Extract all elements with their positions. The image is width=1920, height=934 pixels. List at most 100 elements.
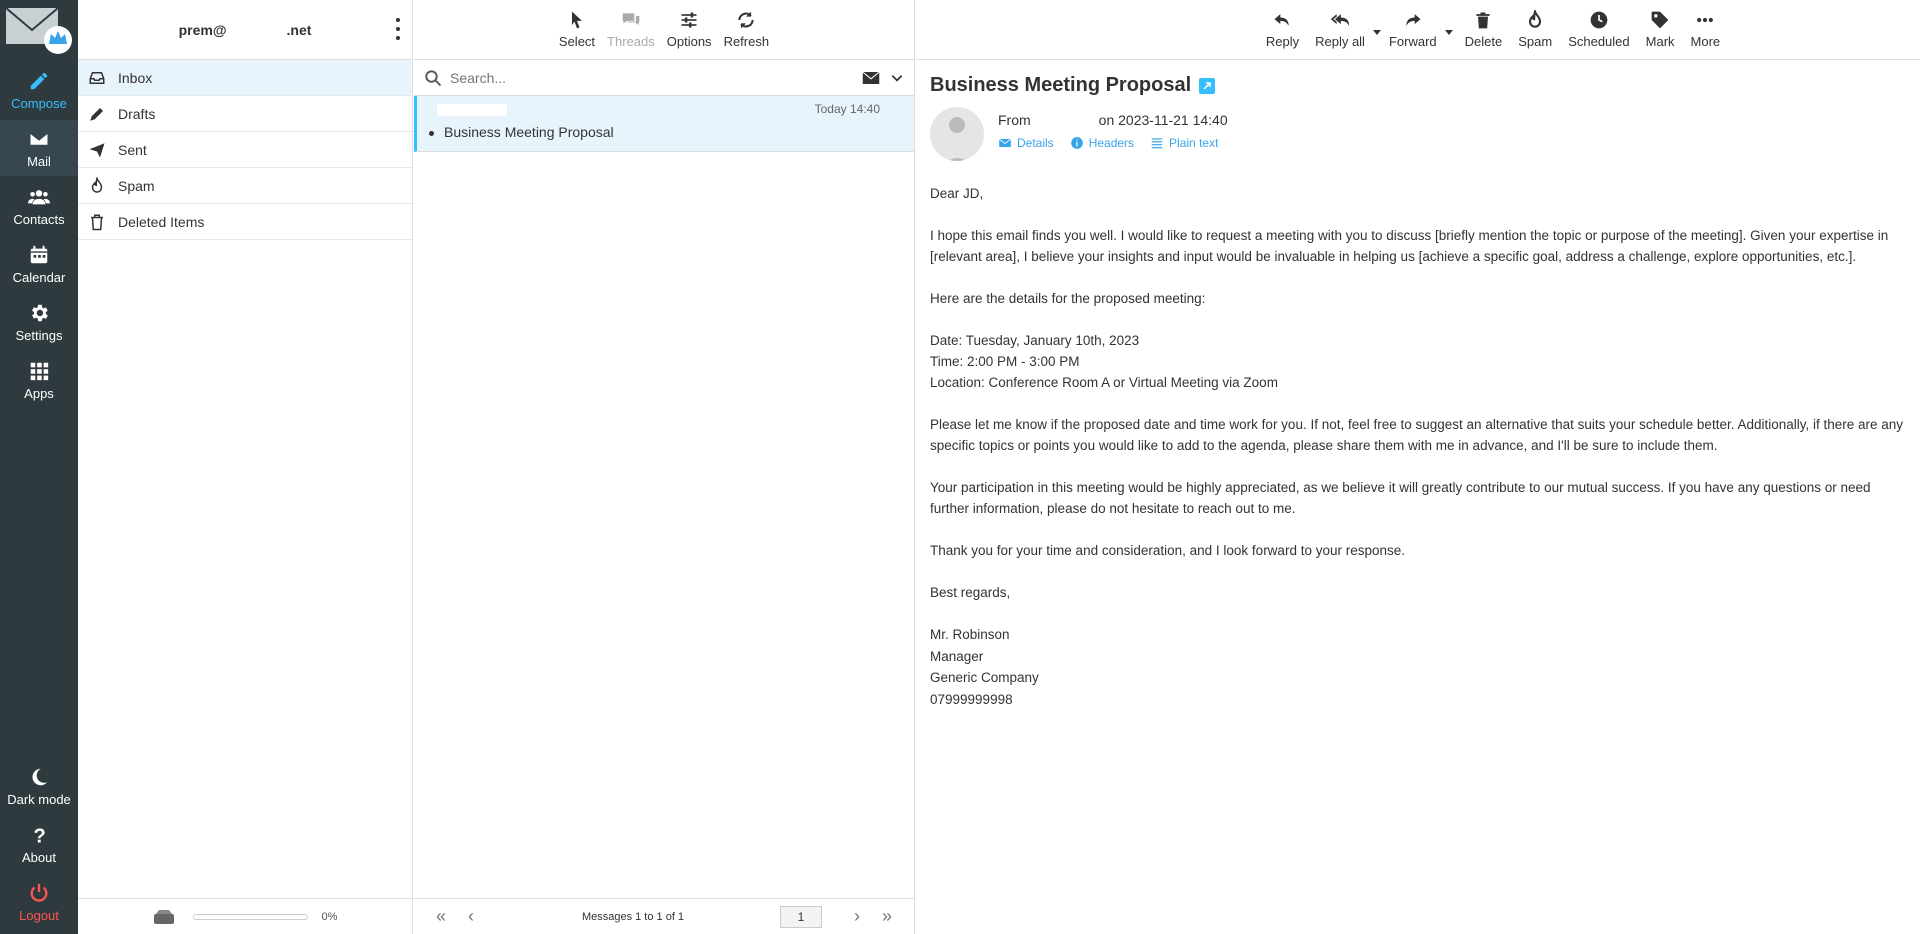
clock-icon: [1590, 11, 1608, 29]
meeting-location: Location: Conference Room A or Virtual M…: [930, 375, 1278, 390]
signature-phone: 07999999998: [930, 691, 1013, 707]
fire-icon: [91, 176, 103, 193]
calendar-label: Calendar: [12, 269, 66, 285]
list-toolbar: Select Threads Options Refresh: [414, 0, 914, 60]
select-label: Select: [558, 34, 596, 49]
options-button[interactable]: Options: [661, 10, 718, 49]
mark-button[interactable]: Mark: [1638, 10, 1683, 49]
page-number-input[interactable]: 1: [780, 905, 822, 928]
nav-about[interactable]: ? About: [0, 816, 78, 872]
apps-label: Apps: [24, 385, 54, 401]
folder-label: Inbox: [118, 69, 153, 86]
message-date: Today 14:40: [814, 102, 880, 116]
reply-all-icon: [1330, 14, 1350, 26]
trash-icon: [91, 214, 103, 230]
logout-button[interactable]: Logout: [0, 874, 78, 930]
reply-all-dropdown-icon[interactable]: [1372, 30, 1381, 35]
dark-mode-toggle[interactable]: Dark mode: [0, 758, 78, 814]
folder-pane: prem@ .net Inbox Drafts Sent Spam Delete…: [78, 0, 413, 934]
search-input[interactable]: [450, 69, 862, 86]
reply-label: Reply: [1265, 34, 1300, 49]
settings-label: Settings: [15, 327, 63, 343]
quota-bar: [192, 913, 308, 920]
plain-text-label: Plain text: [1169, 136, 1219, 150]
mail-label: Mail: [27, 153, 51, 169]
select-button[interactable]: Select: [553, 10, 601, 49]
message-subject-title: Business Meeting Proposal: [930, 74, 1192, 96]
paragraph-5: Thank you for your time and consideratio…: [930, 543, 1406, 558]
message-view-pane: Reply Reply all Forward Delete Spam Sche…: [916, 0, 1920, 934]
gear-icon: [32, 304, 48, 321]
redacted-sender: [437, 104, 507, 116]
folder-inbox[interactable]: Inbox: [78, 60, 412, 96]
compose-button[interactable]: Compose: [0, 62, 78, 118]
threads-label: Threads: [607, 34, 655, 49]
info-icon: [1070, 137, 1083, 149]
threads-button[interactable]: Threads: [601, 10, 661, 49]
previous-page-button[interactable]: ‹: [456, 906, 486, 927]
message-body: Dear JD, I hope this email finds you wel…: [930, 183, 1906, 710]
nav-apps[interactable]: Apps: [0, 352, 78, 408]
more-button[interactable]: More: [1683, 10, 1729, 49]
open-in-new-window-icon[interactable]: [1199, 77, 1216, 94]
nav-contacts[interactable]: Contacts: [0, 178, 78, 234]
inbox-icon: [89, 71, 105, 84]
paragraph-4: Your participation in this meeting would…: [930, 480, 1871, 516]
question-mark-icon: ?: [34, 825, 46, 846]
message-datetime: on 2023-11-21 14:40: [1098, 112, 1228, 128]
from-line: From on 2023-11-21 14:40: [998, 112, 1228, 128]
reply-button[interactable]: Reply: [1258, 10, 1307, 49]
folder-deleted-items[interactable]: Deleted Items: [78, 204, 412, 240]
quota-footer: 0%: [78, 898, 412, 934]
calendar-icon: [30, 245, 48, 263]
account-menu-button[interactable]: [394, 18, 402, 40]
nav-mail[interactable]: Mail: [0, 120, 78, 176]
headers-link[interactable]: Headers: [1070, 136, 1134, 150]
spam-button[interactable]: Spam: [1510, 10, 1560, 49]
signature-company: Generic Company: [930, 670, 1039, 685]
ellipsis-icon: [1697, 17, 1714, 23]
chat-bubbles-icon: [622, 13, 640, 25]
reply-all-button[interactable]: Reply all: [1307, 10, 1381, 49]
nav-calendar[interactable]: Calendar: [0, 236, 78, 292]
delete-button[interactable]: Delete: [1457, 10, 1511, 49]
forward-dropdown-icon[interactable]: [1444, 30, 1453, 35]
scheduled-button[interactable]: Scheduled: [1560, 10, 1637, 49]
trash-icon: [1476, 12, 1491, 29]
forward-icon: [1406, 14, 1421, 26]
logout-label: Logout: [19, 907, 59, 923]
forward-button[interactable]: Forward: [1381, 10, 1453, 49]
message-heading: Business Meeting Proposal: [930, 74, 1906, 97]
message-list-item[interactable]: Today 14:40 Business Meeting Proposal: [414, 96, 914, 152]
message-meta: From on 2023-11-21 14:40 Details Headers …: [930, 107, 1906, 161]
reply-all-label: Reply all: [1315, 34, 1365, 49]
quota-percent: 0%: [321, 910, 338, 923]
account-header: prem@ .net: [78, 0, 412, 60]
svg-text:?: ?: [34, 825, 46, 846]
details-link[interactable]: Details: [998, 136, 1054, 150]
envelope-filter-icon[interactable]: [862, 70, 880, 86]
storage-icon: [153, 909, 174, 924]
folder-drafts[interactable]: Drafts: [78, 96, 412, 132]
folder-spam[interactable]: Spam: [78, 168, 412, 204]
unread-dot-icon: [429, 130, 434, 136]
first-page-button[interactable]: «: [426, 906, 456, 927]
signature-title: Manager: [930, 648, 984, 664]
search-icon: [425, 69, 442, 86]
next-page-button[interactable]: ›: [842, 906, 872, 927]
last-page-button[interactable]: »: [872, 906, 902, 927]
nav-settings[interactable]: Settings: [0, 294, 78, 350]
paragraph-3: Please let me know if the proposed date …: [930, 417, 1904, 453]
folder-label: Deleted Items: [118, 213, 205, 230]
meeting-time: Time: 2:00 PM - 3:00 PM: [930, 354, 1080, 369]
message-content: Business Meeting Proposal From on 2023-11…: [916, 60, 1920, 724]
folder-sent[interactable]: Sent: [78, 132, 412, 168]
refresh-button[interactable]: Refresh: [718, 10, 776, 49]
plain-text-link[interactable]: Plain text: [1150, 136, 1218, 150]
cursor-icon: [571, 11, 582, 29]
delete-label: Delete: [1464, 34, 1503, 49]
header-links: Details Headers Plain text: [998, 136, 1228, 150]
message-subject-text: Business Meeting Proposal: [444, 124, 614, 140]
redacted-domain: [226, 23, 287, 36]
chevron-down-icon[interactable]: [890, 71, 904, 85]
